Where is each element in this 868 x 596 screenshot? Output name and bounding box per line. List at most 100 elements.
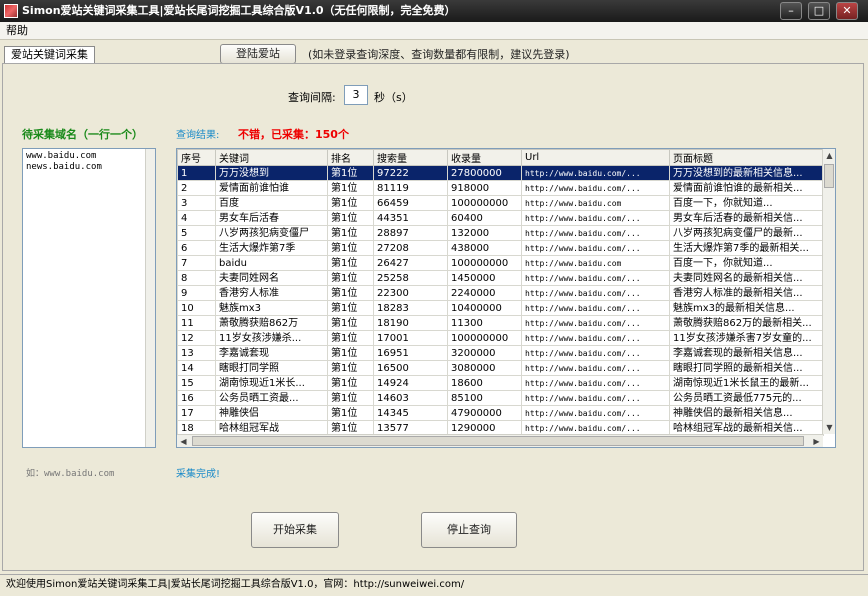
table-cell: 5 — [177, 225, 216, 241]
table-cell: 3080000 — [447, 360, 522, 376]
table-cell: 第1位 — [327, 315, 374, 331]
interval-input[interactable]: 3 — [344, 85, 368, 105]
table-vertical-scrollbar[interactable]: ▲ ▼ — [822, 149, 835, 434]
table-row[interactable]: 7 baidu 第1位 26427 100000000 http://www.baidu.… — [177, 255, 824, 271]
table-row[interactable]: 16 公务员晒工资最... 第1位 14603 85100 http://www.baid… — [177, 390, 824, 406]
table-cell: http://www.baidu.com/... — [521, 300, 670, 316]
table-cell: 11岁女孩涉嫌杀... — [215, 330, 328, 346]
results-table[interactable]: 序号 关键词 排名 搜索量 收录量 Url 页面标题 1 万万没想到 第1位 97222 27800… — [176, 148, 836, 448]
domain-input[interactable]: www.baidu.com news.baidu.com — [22, 148, 156, 448]
table-cell: http://www.baidu.com/... — [521, 405, 670, 421]
table-cell: http://www.baidu.com/... — [521, 180, 670, 196]
table-row[interactable]: 12 11岁女孩涉嫌杀... 第1位 17001 100000000 http://www… — [177, 330, 824, 346]
table-cell: 湖南惊现近1米长鼠王的最新... — [669, 375, 824, 391]
table-horizontal-scrollbar[interactable]: ◀ ▶ — [177, 434, 823, 447]
table-cell: 李嘉诚套现 — [215, 345, 328, 361]
table-cell: 2 — [177, 180, 216, 196]
table-cell: 9 — [177, 285, 216, 301]
table-row[interactable]: 13 李嘉诚套现 第1位 16951 3200000 http://www.baidu.c… — [177, 345, 824, 361]
table-cell: 13 — [177, 345, 216, 361]
table-cell: 60400 — [447, 210, 522, 226]
table-cell: 10 — [177, 300, 216, 316]
start-collect-button[interactable]: 开始采集 — [251, 512, 339, 548]
table-row[interactable]: 11 萧敬腾获赔862万 第1位 18190 11300 http://www.baidu… — [177, 315, 824, 331]
table-cell: 百度一下，你就知道... — [669, 195, 824, 211]
table-cell: 万万没想到 — [215, 165, 328, 181]
table-row[interactable]: 14 瞎眼打同学照 第1位 16500 3080000 http://www.baidu.… — [177, 360, 824, 376]
interval-label: 查询间隔: — [288, 91, 336, 104]
status-bar: 欢迎使用Simon爱站关键词采集工具|爱站长尾词挖掘工具综合版V1.0，官网：h… — [0, 574, 868, 596]
table-cell: http://www.baidu.com/... — [521, 345, 670, 361]
scroll-thumb-horizontal[interactable] — [192, 436, 804, 446]
result-label: 查询结果: — [176, 130, 220, 141]
table-cell: 第1位 — [327, 225, 374, 241]
close-icon[interactable]: ✕ — [836, 2, 858, 20]
table-row[interactable]: 3 百度 第1位 66459 100000000 http://www.baidu.com… — [177, 195, 824, 211]
table-cell: 17001 — [373, 330, 448, 346]
menu-bar: 帮助 — [0, 22, 868, 40]
table-cell: 16 — [177, 390, 216, 406]
table-cell: 第1位 — [327, 405, 374, 421]
column-header[interactable]: 序号 — [177, 149, 216, 166]
table-cell: 11 — [177, 315, 216, 331]
scroll-up-icon[interactable]: ▲ — [823, 149, 835, 162]
table-cell: 湖南惊现近1米长... — [215, 375, 328, 391]
table-row[interactable]: 9 香港穷人标准 第1位 22300 2240000 http://www.baidu.c… — [177, 285, 824, 301]
scroll-right-icon[interactable]: ▶ — [810, 435, 823, 447]
column-header[interactable]: 收录量 — [447, 149, 522, 166]
table-cell: http://www.baidu.com/... — [521, 270, 670, 286]
table-cell: 11岁女孩涉嫌杀害7岁女童的... — [669, 330, 824, 346]
column-header[interactable]: Url — [521, 149, 670, 166]
table-cell: 27800000 — [447, 165, 522, 181]
table-row[interactable]: 4 男女车后活春 第1位 44351 60400 http://www.baidu.com… — [177, 210, 824, 226]
table-row[interactable]: 6 生活大爆炸第7季 第1位 27208 438000 http://www.baidu.… — [177, 240, 824, 256]
table-cell: 男女车后活春的最新相关信... — [669, 210, 824, 226]
table-cell: http://www.baidu.com/... — [521, 360, 670, 376]
table-row[interactable]: 10 魅族mx3 第1位 18283 10400000 http://www.baidu.… — [177, 300, 824, 316]
domain-list-title: 待采集域名（一行一个） — [22, 128, 143, 141]
scroll-thumb-vertical[interactable] — [824, 164, 834, 188]
table-cell: 魅族mx3 — [215, 300, 328, 316]
scroll-left-icon[interactable]: ◀ — [177, 435, 190, 447]
login-button[interactable]: 登陆爱站 — [220, 44, 296, 64]
table-cell: 100000000 — [447, 195, 522, 211]
column-header[interactable]: 页面标题 — [669, 149, 824, 166]
table-row[interactable]: 2 爱情面前谁怕谁 第1位 81119 918000 http://www.baidu.c… — [177, 180, 824, 196]
table-cell: 第1位 — [327, 195, 374, 211]
table-cell: 26427 — [373, 255, 448, 271]
table-cell: 81119 — [373, 180, 448, 196]
table-cell: 第1位 — [327, 285, 374, 301]
table-row[interactable]: 5 八岁两孩犯病变僵尸 第1位 28897 132000 http://www.baidu… — [177, 225, 824, 241]
table-cell: 第1位 — [327, 255, 374, 271]
table-cell: 47900000 — [447, 405, 522, 421]
app-icon — [4, 4, 18, 18]
column-header[interactable]: 关键词 — [215, 149, 328, 166]
table-cell: 14603 — [373, 390, 448, 406]
table-cell: 10400000 — [447, 300, 522, 316]
table-cell: 15 — [177, 375, 216, 391]
table-row[interactable]: 17 神雕侠侣 第1位 14345 47900000 http://www.baidu.c… — [177, 405, 824, 421]
stop-query-button[interactable]: 停止查询 — [421, 512, 517, 548]
menu-help[interactable]: 帮助 — [6, 24, 28, 37]
title-bar: Simon爱站关键词采集工具|爱站长尾词挖掘工具综合版V1.0（无任何限制，完全… — [0, 0, 868, 22]
scroll-down-icon[interactable]: ▼ — [823, 421, 835, 434]
table-cell: 第1位 — [327, 270, 374, 286]
table-cell: 百度 — [215, 195, 328, 211]
table-row[interactable]: 1 万万没想到 第1位 97222 27800000 http://www.baidu.c… — [177, 165, 824, 181]
column-header[interactable]: 搜索量 — [373, 149, 448, 166]
table-cell: 438000 — [447, 240, 522, 256]
minimize-icon[interactable]: – — [780, 2, 802, 20]
table-cell: 八岁两孩犯病变僵尸的最新... — [669, 225, 824, 241]
table-cell: http://www.baidu.com/... — [521, 225, 670, 241]
maximize-icon[interactable]: □ — [808, 2, 830, 20]
table-cell: 第1位 — [327, 375, 374, 391]
table-cell: 万万没想到的最新相关信息... — [669, 165, 824, 181]
table-row[interactable]: 8 夫妻同姓网名 第1位 25258 1450000 http://www.baidu.c… — [177, 270, 824, 286]
tab-keyword-collect[interactable]: 爱站关键词采集 — [4, 46, 95, 64]
table-cell: 132000 — [447, 225, 522, 241]
table-cell: 第1位 — [327, 165, 374, 181]
domain-scrollbar[interactable] — [145, 149, 155, 447]
column-header[interactable]: 排名 — [327, 149, 374, 166]
table-cell: 18600 — [447, 375, 522, 391]
table-row[interactable]: 15 湖南惊现近1米长... 第1位 14924 18600 http://www.bai… — [177, 375, 824, 391]
